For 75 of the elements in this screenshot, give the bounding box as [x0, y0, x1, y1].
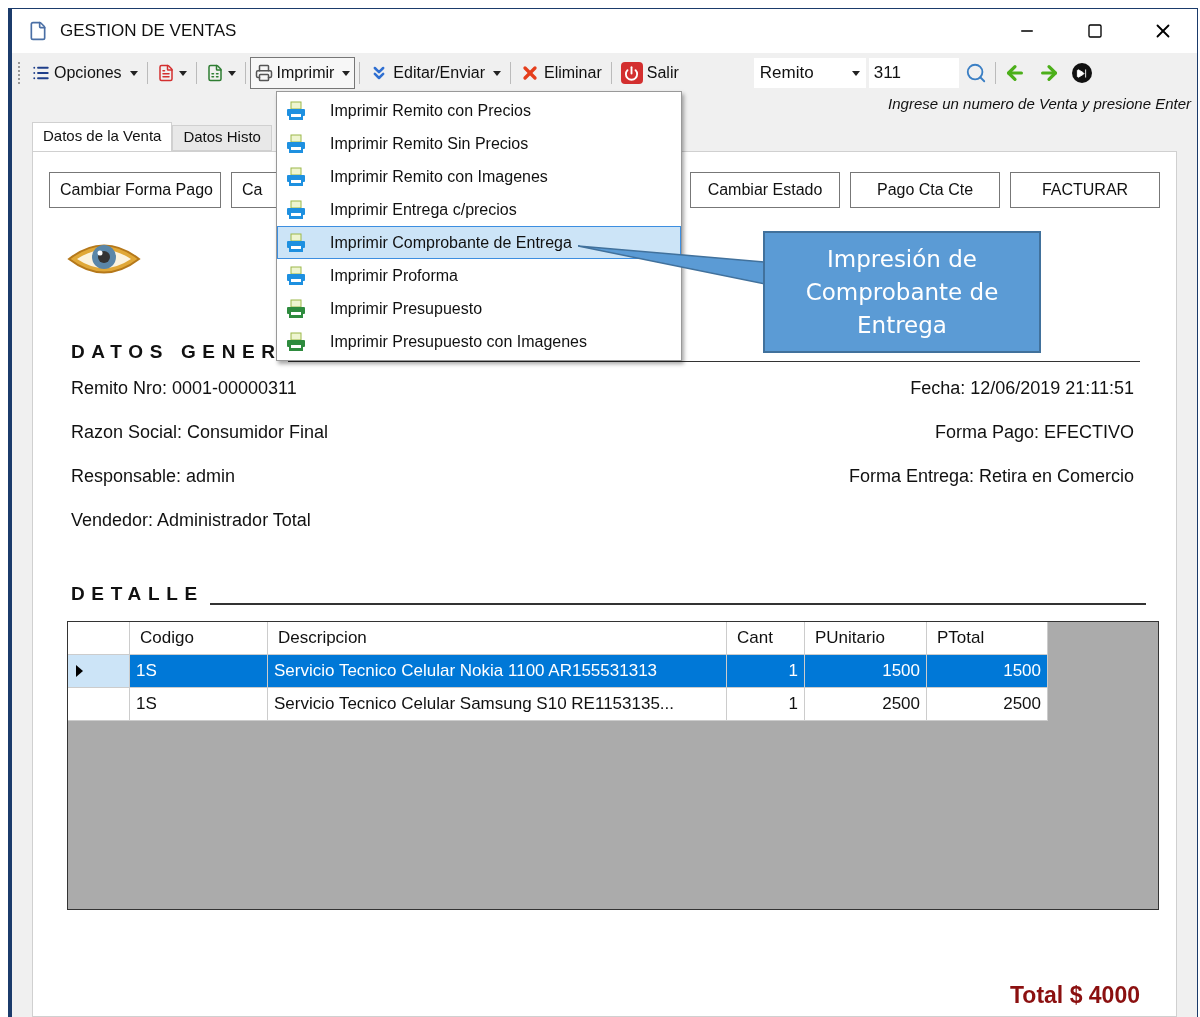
maximize-icon[interactable]	[1087, 23, 1103, 39]
menu-item[interactable]: Imprimir Presupuesto	[277, 292, 681, 325]
printer-icon	[286, 232, 306, 253]
info-text: Responsable: admin	[71, 464, 236, 488]
table-cell: 1	[727, 654, 805, 688]
table-cell: 2500	[805, 687, 927, 721]
menu-item[interactable]: Imprimir Comprobante de Entrega	[277, 226, 681, 259]
power-icon	[620, 62, 643, 84]
caret-icon	[178, 70, 187, 76]
table-row[interactable]: 1S Servicio Tecnico Celular Samsung S10 RE1153135... 1 2500 2500	[68, 687, 1158, 721]
toolbar-button[interactable]: Opciones	[27, 57, 143, 89]
header-corner-cell	[68, 621, 130, 655]
toolbar-button[interactable]: Imprimir	[249, 57, 356, 89]
spreadsheet-icon	[205, 64, 224, 82]
window-title: GESTION DE VENTAS	[60, 20, 237, 43]
hint-text: Ingrese un numero de Venta y presione Enter	[888, 94, 1191, 114]
action-button[interactable]: Cambiar Forma Pago	[49, 171, 221, 208]
printer-icon	[286, 199, 306, 220]
toolbar-button[interactable]: Eliminar	[514, 57, 607, 89]
total-text: Total $ 4000	[1010, 980, 1140, 1010]
callout-box: Impresión de Comprobante de Entrega	[763, 231, 1041, 353]
skip-end-icon[interactable]	[1071, 63, 1092, 83]
caret-icon	[492, 70, 501, 76]
table-cell: 2500	[927, 687, 1048, 721]
table-cell: 1500	[805, 654, 927, 688]
info-text: Fecha: 12/06/2019 21:11:51	[910, 376, 1134, 400]
toolbar-button[interactable]: Salir	[615, 57, 684, 89]
search-icon[interactable]	[964, 62, 987, 84]
pdf-icon	[156, 64, 175, 82]
printer-icon	[286, 265, 306, 286]
menu-item[interactable]: Imprimir Entrega c/precios	[277, 193, 681, 226]
caret-icon	[129, 70, 138, 76]
info-text: Forma Entrega: Retira en Comercio	[848, 464, 1134, 488]
printer-icon	[254, 64, 273, 82]
table-cell: 1	[727, 687, 805, 721]
table-cell: 1500	[927, 654, 1048, 688]
section-heading: DETALLE	[71, 582, 204, 606]
document-type-select[interactable]: Remito	[753, 58, 866, 88]
number-field[interactable]: 311	[868, 58, 959, 88]
caret-icon	[342, 70, 351, 76]
menu-item[interactable]: Imprimir Remito Sin Precios	[277, 127, 681, 160]
document-icon	[28, 21, 48, 41]
printer-icon	[286, 331, 306, 352]
printer-icon	[286, 166, 306, 187]
table-cell: 1S	[130, 687, 268, 721]
printer-icon	[286, 298, 306, 319]
printer-icon	[286, 100, 306, 121]
info-text: Remito Nro: 0001-00000311	[71, 376, 297, 400]
caret-icon	[227, 70, 236, 76]
column-header[interactable]: Codigo	[130, 621, 268, 655]
tab[interactable]: Datos de la Venta	[32, 121, 173, 152]
table-row[interactable]: 1S Servicio Tecnico Celular Nokia 1100 AR155531313 1 1500 1500	[68, 654, 1158, 688]
menu-item[interactable]: Imprimir Proforma	[277, 259, 681, 292]
row-pointer-icon	[76, 664, 83, 677]
action-button[interactable]: Cambiar Estado	[690, 171, 840, 208]
menu-item[interactable]: Imprimir Remito con Imagenes	[277, 160, 681, 193]
column-header[interactable]: Cant	[727, 621, 805, 655]
toolbar-button[interactable]: Editar/Enviar	[364, 57, 506, 89]
table-cell: 1S	[130, 654, 268, 688]
menu-item[interactable]: Imprimir Remito con Precios	[277, 94, 681, 127]
info-text: Razon Social: Consumidor Final	[71, 420, 329, 444]
tab[interactable]: Datos Histo	[172, 124, 272, 151]
action-button[interactable]: Pago Cta Cte	[850, 171, 1000, 208]
printer-icon	[286, 133, 306, 154]
toolbar-grip-icon	[18, 62, 21, 84]
table-cell: Servicio Tecnico Celular Nokia 1100 AR155531313	[268, 654, 727, 688]
list-icon	[32, 64, 50, 82]
column-header[interactable]: Descripcion	[268, 621, 727, 655]
info-text: Forma Pago: EFECTIVO	[934, 420, 1134, 444]
action-button[interactable]: FACTURAR	[1010, 171, 1160, 208]
table-cell: Servicio Tecnico Celular Samsung S10 RE1153135...	[268, 687, 727, 721]
column-header[interactable]: PTotal	[927, 621, 1048, 655]
column-header[interactable]: PUnitario	[805, 621, 927, 655]
caret-icon	[851, 70, 860, 76]
info-text: Vendedor: Administrador Total	[71, 508, 311, 532]
